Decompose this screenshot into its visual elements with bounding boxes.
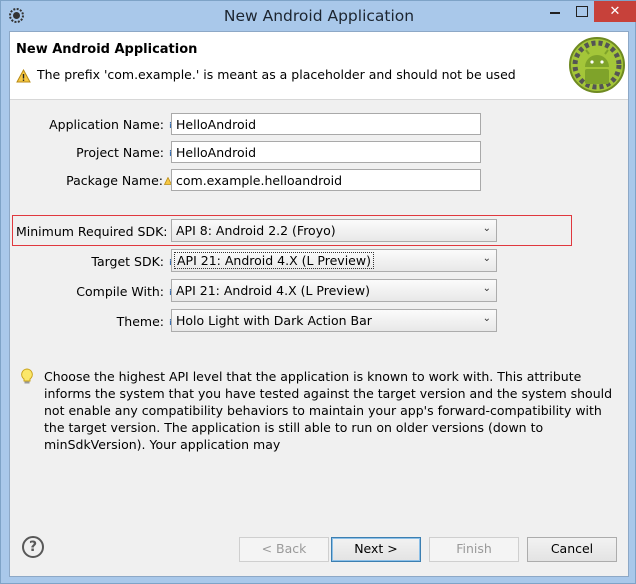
close-button[interactable]: ✕ <box>594 1 636 22</box>
application-name-label-text: Application Name: <box>49 117 164 132</box>
page-title: New Android Application <box>16 42 198 57</box>
package-name-field[interactable]: com.example.helloandroid <box>171 169 481 191</box>
lightbulb-icon <box>20 368 34 386</box>
project-name-field[interactable]: HelloAndroid <box>171 141 481 163</box>
target-sdk-label: Target SDK:i <box>24 254 172 269</box>
chevron-down-icon: ⌄ <box>482 283 491 294</box>
target-sdk-select[interactable]: API 21: Android 4.X (L Preview) ⌄ <box>171 249 497 272</box>
theme-value: Holo Light with Dark Action Bar <box>176 313 372 328</box>
maximize-button[interactable] <box>569 1 594 22</box>
header-warning-message: The prefix 'com.example.' is meant as a … <box>37 67 516 82</box>
theme-select[interactable]: Holo Light with Dark Action Bar ⌄ <box>171 309 497 332</box>
compile-with-value: API 21: Android 4.X (L Preview) <box>176 283 370 298</box>
package-name-label: Package Name: <box>24 173 173 188</box>
compile-with-label: Compile With:i <box>24 284 172 299</box>
android-logo-icon <box>568 36 626 94</box>
compile-with-label-text: Compile With: <box>76 284 164 299</box>
application-name-label: Application Name:i <box>24 117 172 132</box>
application-name-field[interactable]: HelloAndroid <box>171 113 481 135</box>
min-sdk-label: Minimum Required SDK:i <box>16 224 175 239</box>
chevron-down-icon: ⌄ <box>482 253 491 264</box>
min-sdk-select[interactable]: API 8: Android 2.2 (Froyo) ⌄ <box>171 219 497 242</box>
next-button[interactable]: Next > <box>331 537 421 562</box>
chevron-down-icon: ⌄ <box>482 313 491 324</box>
dialog-client: New Android Application The prefix 'com.… <box>9 31 629 577</box>
help-button[interactable]: ? <box>22 536 44 558</box>
window-frame: New Android Application ✕ New Android Ap… <box>0 0 636 584</box>
target-sdk-label-text: Target SDK: <box>91 254 164 269</box>
min-sdk-value: API 8: Android 2.2 (Froyo) <box>176 223 336 238</box>
finish-button[interactable]: Finish <box>429 537 519 562</box>
minimize-button[interactable] <box>541 1 569 22</box>
cancel-button[interactable]: Cancel <box>527 537 617 562</box>
project-name-label: Project Name:i <box>24 145 172 160</box>
compile-with-select[interactable]: API 21: Android 4.X (L Preview) ⌄ <box>171 279 497 302</box>
min-sdk-label-text: Minimum Required SDK: <box>16 224 168 239</box>
theme-label: Theme:i <box>24 314 172 329</box>
title-bar: New Android Application ✕ <box>1 1 636 31</box>
target-sdk-value: API 21: Android 4.X (L Preview) <box>174 252 374 269</box>
package-name-label-text: Package Name: <box>66 173 163 188</box>
project-name-label-text: Project Name: <box>76 145 164 160</box>
warning-icon <box>16 68 31 83</box>
theme-label-text: Theme: <box>116 314 164 329</box>
help-text: Choose the highest API level that the ap… <box>44 369 613 452</box>
chevron-down-icon: ⌄ <box>482 223 491 234</box>
wizard-header: New Android Application The prefix 'com.… <box>10 32 628 100</box>
back-button[interactable]: < Back <box>239 537 329 562</box>
